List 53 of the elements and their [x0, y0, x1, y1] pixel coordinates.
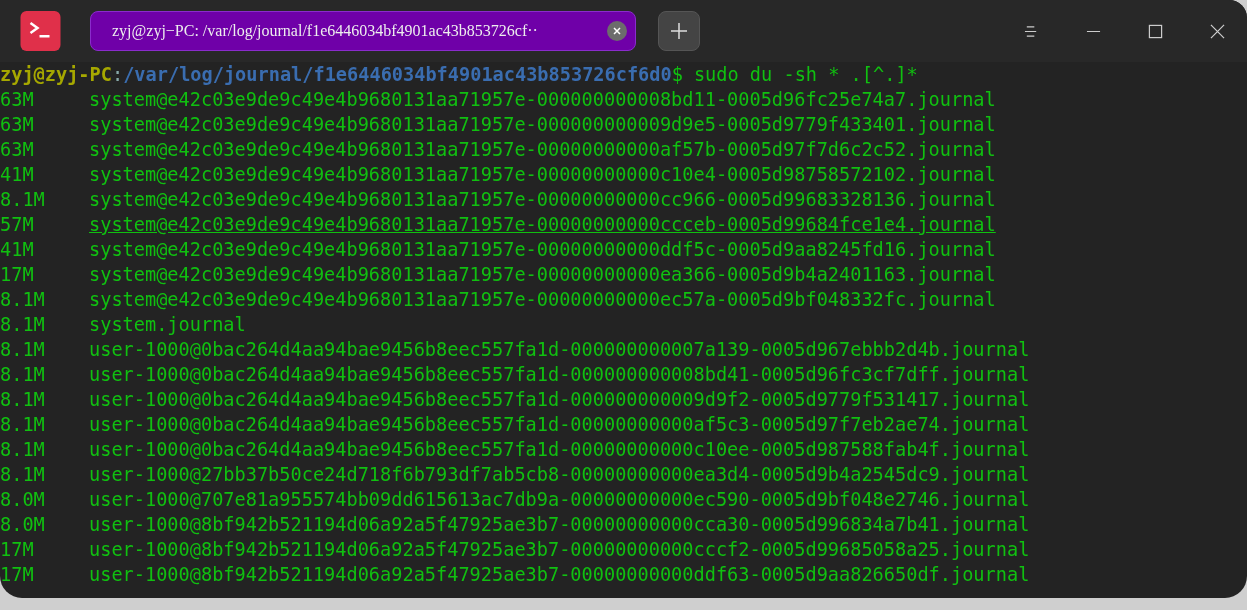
file-size: 41M [0, 163, 35, 187]
new-tab-button[interactable] [658, 11, 700, 51]
file-name: user-1000@0bac264d4aa94bae9456b8eec557fa1d-000000000007a139-0005d967ebbb2d4b.journal [89, 338, 1030, 362]
file-name: user-1000@8bf942b521194d06a92a5f47925ae3b7-00000000000ddf63-0005d9aa826650df.journal [89, 563, 1030, 587]
file-name: system@e42c03e9de9c49e4b9680131aa71957e-00000000000c10e4-0005d98758572102.journal [89, 163, 996, 187]
file-name: user-1000@8bf942b521194d06a92a5f47925ae3b7-00000000000cccf2-0005d99685058a25.journal [89, 538, 1030, 562]
file-size: 8.1M [0, 313, 46, 337]
close-icon[interactable] [1210, 23, 1225, 39]
prompt-symbol: $ [671, 63, 683, 87]
terminal-tab[interactable]: zyj@zyj−PC: /var/log/journal/f1e6446034bf4901ac43b853726cf·· [90, 11, 636, 51]
file-size: 63M [0, 113, 35, 137]
file-name: system@e42c03e9de9c49e4b9680131aa71957e-000000000008bd11-0005d96fc25e74a7.journal [89, 88, 996, 112]
file-name: user-1000@8bf942b521194d06a92a5f47925ae3b7-00000000000cca30-0005d996834a7b41.journal [89, 513, 1030, 537]
file-size: 17M [0, 263, 35, 287]
file-name: user-1000@0bac264d4aa94bae9456b8eec557fa1d-00000000000c10ee-0005d987588fab4f.journal [89, 438, 1030, 462]
file-size: 8.1M [0, 288, 46, 312]
file-name: system.journal [89, 313, 246, 337]
close-icon[interactable] [607, 21, 627, 41]
file-name: user-1000@0bac264d4aa94bae9456b8eec557fa1d-00000000000af5c3-0005d97f7eb2ae74.journal [89, 413, 1030, 437]
prompt-user: zyj@zyj-PC [0, 63, 112, 87]
file-name: user-1000@707e81a955574bb09dd615613ac7db9a-00000000000ec590-0005d9bf048e2746.journal [89, 488, 1030, 512]
file-size: 8.0M [0, 513, 46, 537]
prompt-path: /var/log/journal/f1e6446034bf4901ac43b853726cf6d0 [123, 63, 672, 87]
file-size: 57M [0, 213, 35, 237]
command-text: sudo du -sh * .[^.]* [693, 63, 918, 87]
file-name: user-1000@0bac264d4aa94bae9456b8eec557fa1d-000000000009d9f2-0005d9779f531417.journal [89, 388, 1030, 412]
file-name: system@e42c03e9de9c49e4b9680131aa71957e-000000000009d9e5-0005d9779f433401.journal [89, 113, 996, 137]
file-size: 63M [0, 88, 35, 112]
terminal-app-icon[interactable] [20, 11, 61, 51]
file-name: system@e42c03e9de9c49e4b9680131aa71957e-00000000000ddf5c-0005d9aa8245fd16.journal [89, 238, 996, 262]
file-name: user-1000@27bb37b50ce24d718f6b793df7ab5cb8-00000000000ea3d4-0005d9b4a2545dc9.journal [89, 463, 1030, 487]
file-size: 17M [0, 563, 35, 587]
file-name: system@e42c03e9de9c49e4b9680131aa71957e-00000000000ccceb-0005d99684fce1e4.journal [89, 213, 996, 237]
file-size: 8.1M [0, 438, 46, 462]
file-name: user-1000@0bac264d4aa94bae9456b8eec557fa1d-000000000008bd41-0005d96fc3cf7dff.journal [89, 363, 1030, 387]
file-name: system@e42c03e9de9c49e4b9680131aa71957e-00000000000ea366-0005d9b4a2401163.journal [89, 263, 996, 287]
prompt-separator: : [111, 63, 124, 87]
file-size: 41M [0, 238, 35, 262]
plus-icon [671, 23, 687, 39]
menu-icon[interactable] [1024, 23, 1039, 39]
maximize-icon[interactable] [1148, 23, 1163, 39]
file-size: 8.1M [0, 363, 46, 387]
file-name: system@e42c03e9de9c49e4b9680131aa71957e-00000000000ec57a-0005d9bf048332fc.journal [89, 288, 996, 312]
file-name: system@e42c03e9de9c49e4b9680131aa71957e-00000000000af57b-0005d97f7d6c2c52.journal [89, 138, 996, 162]
file-name: system@e42c03e9de9c49e4b9680131aa71957e-00000000000cc966-0005d99683328136.journal [89, 188, 996, 212]
file-size: 8.1M [0, 463, 46, 487]
file-size: 8.0M [0, 488, 46, 512]
file-size: 8.1M [0, 338, 46, 362]
file-size: 17M [0, 538, 35, 562]
file-size: 63M [0, 138, 35, 162]
file-size: 8.1M [0, 188, 46, 212]
file-size: 8.1M [0, 413, 46, 437]
file-size: 8.1M [0, 388, 46, 412]
